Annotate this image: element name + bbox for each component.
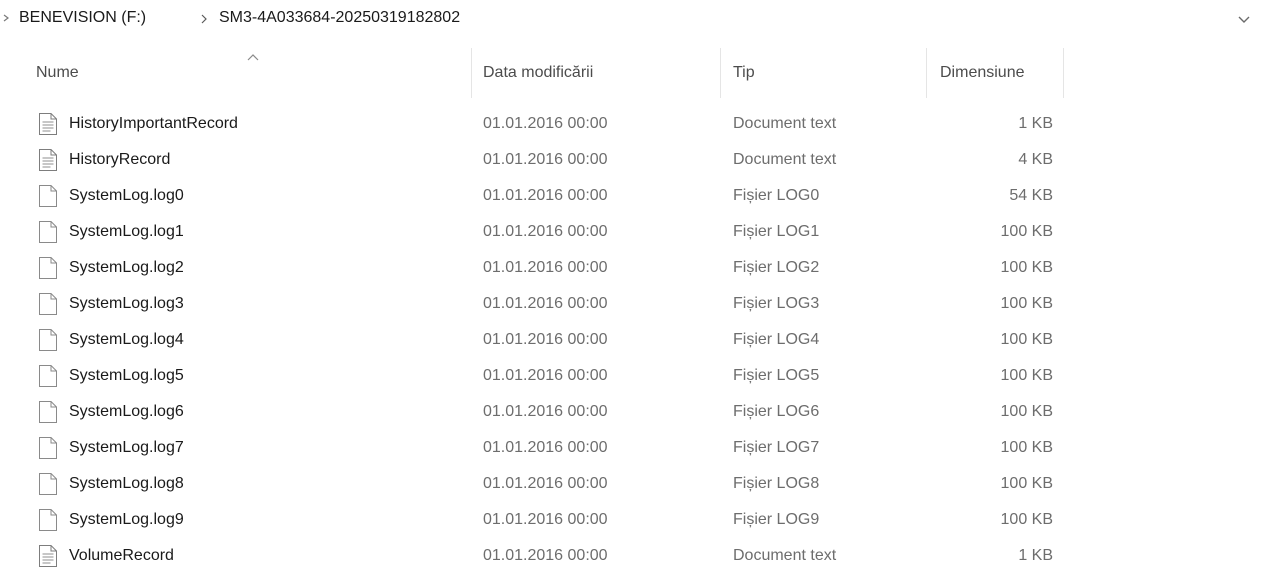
column-header-label: Tip — [733, 64, 755, 81]
file-row[interactable]: SystemLog.log6 01.01.2016 00:00 Fișier LOG… — [0, 394, 1263, 430]
file-type: Fișier LOG4 — [733, 331, 820, 348]
blank-file-icon — [38, 184, 58, 208]
blank-file-icon — [38, 364, 58, 388]
file-name: HistoryImportantRecord — [69, 115, 238, 132]
file-row[interactable]: SystemLog.log8 01.01.2016 00:00 Fișier LOG… — [0, 466, 1263, 502]
file-date-modified: 01.01.2016 00:00 — [483, 403, 608, 420]
file-size: 100 KB — [1000, 511, 1053, 528]
file-size: 100 KB — [1000, 439, 1053, 456]
file-type: Fișier LOG9 — [733, 511, 820, 528]
file-type: Fișier LOG1 — [733, 223, 820, 240]
file-name: SystemLog.log9 — [69, 511, 184, 528]
chevron-right-icon[interactable] — [198, 12, 210, 26]
column-header-size[interactable]: Dimensiune — [940, 46, 1024, 100]
file-date-modified: 01.01.2016 00:00 — [483, 511, 608, 528]
file-size: 100 KB — [1000, 403, 1053, 420]
breadcrumb-drive[interactable]: BENEVISION (F:) — [19, 9, 146, 27]
chevron-down-icon[interactable] — [1236, 14, 1252, 26]
file-name: SystemLog.log1 — [69, 223, 184, 240]
file-row[interactable]: SystemLog.log3 01.01.2016 00:00 Fișier LOG… — [0, 286, 1263, 322]
file-row[interactable]: SystemLog.log0 01.01.2016 00:00 Fișier LOG… — [0, 178, 1263, 214]
file-date-modified: 01.01.2016 00:00 — [483, 151, 608, 168]
file-size: 100 KB — [1000, 259, 1053, 276]
column-header-label: Nume — [36, 64, 79, 81]
column-divider[interactable] — [471, 48, 472, 98]
column-header: Nume Data modificării Tip Dimensiune — [0, 46, 1263, 100]
file-type: Fișier LOG6 — [733, 403, 820, 420]
column-header-label: Dimensiune — [940, 64, 1025, 81]
file-type: Fișier LOG0 — [733, 187, 820, 204]
file-row[interactable]: SystemLog.log5 01.01.2016 00:00 Fișier LOG… — [0, 358, 1263, 394]
file-type: Document text — [733, 547, 837, 564]
file-date-modified: 01.01.2016 00:00 — [483, 259, 608, 276]
file-name: VolumeRecord — [69, 547, 174, 564]
file-type: Fișier LOG8 — [733, 475, 820, 492]
text-document-icon — [38, 544, 58, 568]
column-divider[interactable] — [926, 48, 927, 98]
file-row[interactable]: SystemLog.log1 01.01.2016 00:00 Fișier LOG… — [0, 214, 1263, 250]
file-size: 100 KB — [1000, 223, 1053, 240]
file-name: SystemLog.log0 — [69, 187, 184, 204]
file-type: Fișier LOG7 — [733, 439, 820, 456]
blank-file-icon — [38, 328, 58, 352]
file-name: HistoryRecord — [69, 151, 171, 168]
file-size: 100 KB — [1000, 367, 1053, 384]
breadcrumb-folder[interactable]: SM3-4A033684-20250319182802 — [219, 9, 460, 27]
file-name: SystemLog.log6 — [69, 403, 184, 420]
file-name: SystemLog.log5 — [69, 367, 184, 384]
file-type: Document text — [733, 151, 837, 168]
blank-file-icon — [38, 400, 58, 424]
blank-file-icon — [38, 472, 58, 496]
file-row[interactable]: SystemLog.log9 01.01.2016 00:00 Fișier LOG… — [0, 502, 1263, 538]
blank-file-icon — [38, 436, 58, 460]
file-row[interactable]: HistoryRecord 01.01.2016 00:00 Document te… — [0, 142, 1263, 178]
text-document-icon — [38, 112, 58, 136]
file-name: SystemLog.log7 — [69, 439, 184, 456]
file-type: Fișier LOG2 — [733, 259, 820, 276]
file-name: SystemLog.log3 — [69, 295, 184, 312]
column-header-name[interactable]: Nume — [36, 46, 79, 100]
file-date-modified: 01.01.2016 00:00 — [483, 223, 608, 240]
column-divider[interactable] — [1063, 48, 1064, 98]
blank-file-icon — [38, 256, 58, 280]
column-header-type[interactable]: Tip — [733, 46, 755, 100]
column-divider[interactable] — [720, 48, 721, 98]
file-row[interactable]: SystemLog.log4 01.01.2016 00:00 Fișier LOG… — [0, 322, 1263, 358]
file-type: Fișier LOG5 — [733, 367, 820, 384]
file-size: 1 KB — [1018, 115, 1053, 132]
file-date-modified: 01.01.2016 00:00 — [483, 187, 608, 204]
file-size: 1 KB — [1018, 547, 1053, 564]
file-name: SystemLog.log4 — [69, 331, 184, 348]
file-date-modified: 01.01.2016 00:00 — [483, 439, 608, 456]
file-name: SystemLog.log2 — [69, 259, 184, 276]
file-list: HistoryImportantRecord 01.01.2016 00:00 Do… — [0, 106, 1263, 574]
file-size: 4 KB — [1018, 151, 1053, 168]
file-row[interactable]: VolumeRecord 01.01.2016 00:00 Document tex… — [0, 538, 1263, 574]
address-bar[interactable]: BENEVISION (F:) SM3-4A033684-20250319182… — [0, 0, 1263, 36]
file-row[interactable]: SystemLog.log2 01.01.2016 00:00 Fișier LOG… — [0, 250, 1263, 286]
file-date-modified: 01.01.2016 00:00 — [483, 367, 608, 384]
blank-file-icon — [38, 292, 58, 316]
file-date-modified: 01.01.2016 00:00 — [483, 295, 608, 312]
file-size: 100 KB — [1000, 475, 1053, 492]
blank-file-icon — [38, 220, 58, 244]
file-date-modified: 01.01.2016 00:00 — [483, 475, 608, 492]
chevron-right-icon[interactable] — [0, 10, 12, 26]
file-size: 100 KB — [1000, 295, 1053, 312]
file-date-modified: 01.01.2016 00:00 — [483, 331, 608, 348]
blank-file-icon — [38, 508, 58, 532]
file-size: 54 KB — [1009, 187, 1053, 204]
text-document-icon — [38, 148, 58, 172]
file-date-modified: 01.01.2016 00:00 — [483, 547, 608, 564]
sort-ascending-icon — [247, 54, 259, 61]
column-header-date[interactable]: Data modificării — [483, 46, 593, 100]
file-size: 100 KB — [1000, 331, 1053, 348]
file-row[interactable]: SystemLog.log7 01.01.2016 00:00 Fișier LOG… — [0, 430, 1263, 466]
column-header-label: Data modificării — [483, 64, 594, 81]
file-type: Document text — [733, 115, 837, 132]
file-date-modified: 01.01.2016 00:00 — [483, 115, 608, 132]
file-name: SystemLog.log8 — [69, 475, 184, 492]
file-row[interactable]: HistoryImportantRecord 01.01.2016 00:00 Do… — [0, 106, 1263, 142]
file-type: Fișier LOG3 — [733, 295, 820, 312]
